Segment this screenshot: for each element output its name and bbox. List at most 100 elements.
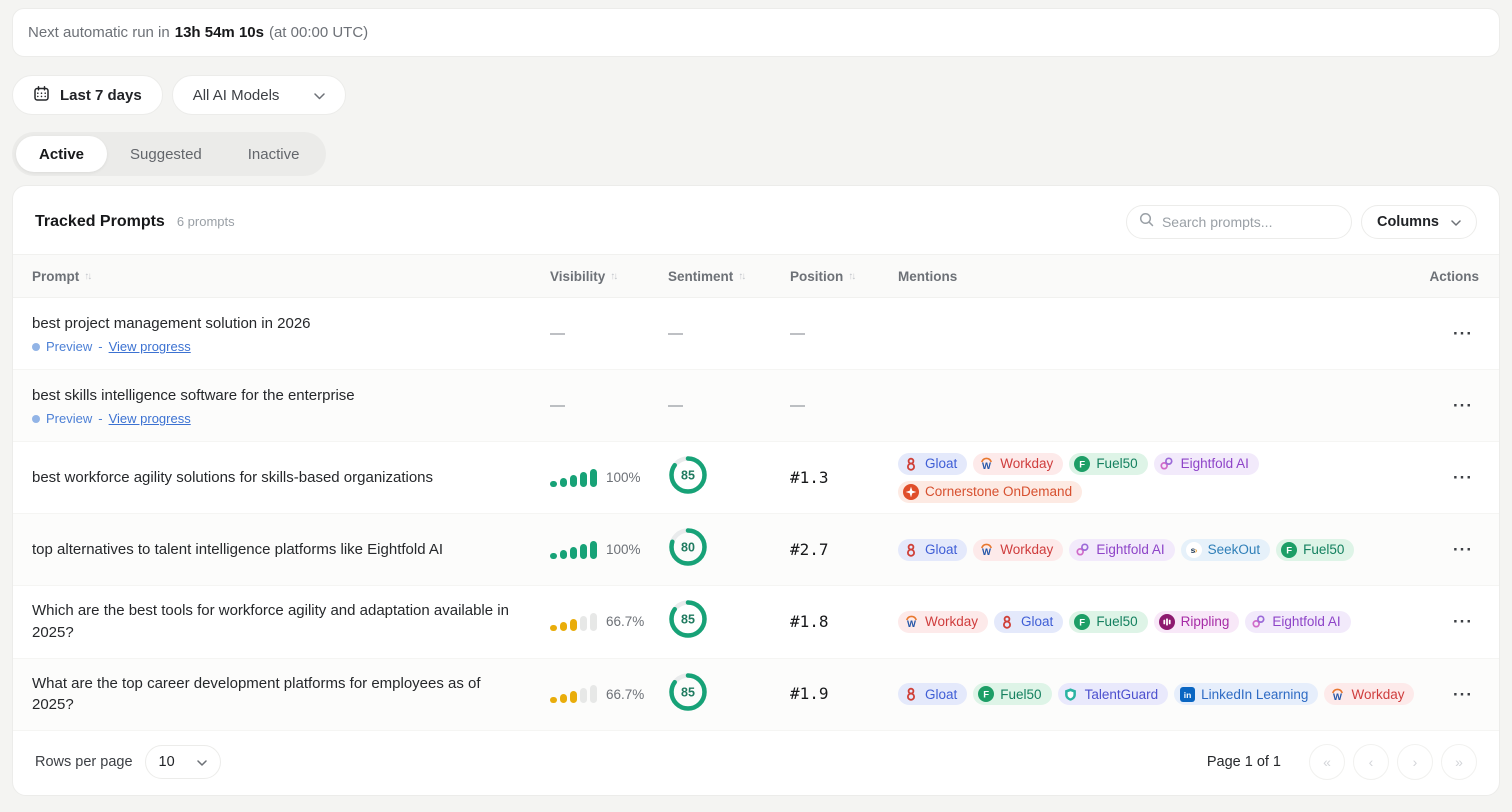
column-header-visibility[interactable]: Visibility ↑↓ — [550, 269, 668, 284]
fuel50-logo-icon: F — [1074, 456, 1090, 472]
chevron-down-icon — [314, 87, 325, 104]
preview-label: Preview — [46, 339, 92, 354]
column-header-sentiment[interactable]: Sentiment ↑↓ — [668, 269, 790, 284]
tab-inactive[interactable]: Inactive — [225, 136, 323, 172]
sort-icon[interactable]: ↑↓ — [610, 271, 616, 282]
date-range-button[interactable]: Last 7 days — [12, 75, 163, 115]
columns-button-label: Columns — [1377, 214, 1439, 230]
status-tabs: Active Suggested Inactive — [12, 132, 326, 176]
table-footer: Rows per page 10 Page 1 of 1 « ‹ › » — [13, 731, 1499, 795]
mention-label: TalentGuard — [1085, 687, 1159, 702]
mention-seekout: s›SeekOut — [1181, 539, 1271, 561]
visibility-percent: 66.7% — [606, 614, 644, 629]
sort-icon[interactable]: ↑↓ — [848, 271, 854, 282]
mentions-cell — [898, 324, 1418, 344]
tracked-prompts-card: Tracked Prompts 6 prompts Columns — [12, 185, 1500, 796]
row-actions-button[interactable]: ··· — [1447, 682, 1479, 707]
table-row: top alternatives to talent intelligence … — [13, 514, 1499, 586]
mention-eightfold: Eightfold AI — [1069, 539, 1174, 561]
table-header-row: Prompt ↑↓ Visibility ↑↓ Sentiment ↑↓ Positi… — [13, 254, 1499, 298]
mention-label: Workday — [1000, 456, 1053, 471]
column-header-position[interactable]: Position ↑↓ — [790, 269, 898, 284]
row-actions-button[interactable]: ··· — [1447, 393, 1479, 418]
sort-icon[interactable]: ↑↓ — [738, 271, 744, 282]
mention-rippling: Rippling — [1154, 611, 1240, 633]
mention-cornerstone: Cornerstone OnDemand — [898, 481, 1082, 503]
column-header-sentiment-label: Sentiment — [668, 269, 733, 284]
mention-fuel50: FFuel50 — [1069, 611, 1147, 633]
talentguard-logo-icon — [1063, 686, 1079, 702]
mentions-cell — [898, 396, 1418, 416]
rows-per-page-label: Rows per page — [35, 754, 133, 770]
column-header-position-label: Position — [790, 269, 843, 284]
column-header-prompt-label: Prompt — [32, 269, 79, 284]
workday-logo-icon: W — [978, 456, 994, 472]
gloat-logo-icon — [903, 686, 919, 702]
row-actions-button[interactable]: ··· — [1447, 465, 1479, 490]
svg-text:F: F — [1080, 459, 1086, 470]
ai-model-filter-button[interactable]: All AI Models — [172, 75, 346, 115]
previous-page-button[interactable]: ‹ — [1353, 744, 1389, 780]
next-run-suffix: (at 00:00 UTC) — [269, 24, 368, 41]
chevron-right-icon: › — [1413, 754, 1418, 770]
prompt-text: top alternatives to talent intelligence … — [32, 539, 510, 561]
prompt-status: Preview - View progress — [32, 339, 510, 354]
prompt-text: best skills intelligence software for th… — [32, 385, 510, 407]
svg-text:F: F — [1286, 545, 1292, 556]
search-input[interactable] — [1162, 214, 1339, 230]
status-separator: - — [98, 339, 102, 354]
mention-gloat: Gloat — [898, 453, 967, 475]
workday-logo-icon: W — [1329, 686, 1345, 702]
row-actions-button[interactable]: ··· — [1447, 321, 1479, 346]
workday-logo-icon: W — [978, 542, 994, 558]
mention-label: Eightfold AI — [1096, 542, 1164, 557]
sentiment-cell: 85 — [668, 672, 790, 717]
rows-per-page-select[interactable]: 10 — [145, 745, 221, 779]
first-page-button[interactable]: « — [1309, 744, 1345, 780]
tab-active[interactable]: Active — [16, 136, 107, 172]
column-header-visibility-label: Visibility — [550, 269, 605, 284]
mention-label: Rippling — [1181, 614, 1230, 629]
svg-text:85: 85 — [681, 613, 695, 627]
tab-suggested[interactable]: Suggested — [107, 136, 225, 172]
mention-label: Workday — [925, 614, 978, 629]
last-page-button[interactable]: » — [1441, 744, 1477, 780]
visibility-bars-icon — [550, 685, 597, 703]
eightfold-logo-icon — [1250, 614, 1266, 630]
view-progress-link[interactable]: View progress — [109, 411, 191, 426]
mention-workday: W Workday — [898, 611, 988, 633]
svg-text:W: W — [982, 547, 991, 557]
view-progress-link[interactable]: View progress — [109, 339, 191, 354]
visibility-percent: 66.7% — [606, 687, 644, 702]
mention-fuel50: FFuel50 — [973, 683, 1051, 705]
mention-label: Cornerstone OnDemand — [925, 484, 1072, 499]
sentiment-ring: 85 — [668, 699, 708, 716]
position-value: #2.7 — [790, 540, 829, 559]
sort-icon[interactable]: ↑↓ — [84, 271, 90, 282]
double-chevron-left-icon: « — [1323, 754, 1331, 770]
column-header-prompt[interactable]: Prompt ↑↓ — [32, 269, 550, 284]
chevron-down-icon — [197, 754, 207, 770]
position-value: #1.3 — [790, 468, 829, 487]
search-box[interactable] — [1126, 205, 1352, 239]
gloat-logo-icon — [903, 542, 919, 558]
search-icon — [1139, 212, 1154, 232]
row-actions-button[interactable]: ··· — [1447, 537, 1479, 562]
mention-label: LinkedIn Learning — [1201, 687, 1308, 702]
row-actions-button[interactable]: ··· — [1447, 609, 1479, 634]
chevron-down-icon — [1451, 214, 1461, 230]
preview-dot-icon — [32, 415, 40, 423]
svg-text:in: in — [1183, 690, 1191, 700]
workday-logo-icon: W — [903, 614, 919, 630]
seekout-logo-icon: s› — [1186, 542, 1202, 558]
column-header-mentions-label: Mentions — [898, 269, 957, 284]
visibility-percent: 100% — [606, 542, 641, 557]
next-page-button[interactable]: › — [1397, 744, 1433, 780]
mentions-cell: GloatFFuel50TalentGuardinLinkedIn Learni… — [898, 673, 1418, 715]
mention-gloat: Gloat — [994, 611, 1063, 633]
mention-workday: WWorkday — [1324, 683, 1414, 705]
sentiment-cell: 80 — [668, 527, 790, 572]
fuel50-logo-icon: F — [978, 686, 994, 702]
columns-button[interactable]: Columns — [1361, 205, 1477, 239]
mention-fuel50: FFuel50 — [1069, 453, 1147, 475]
